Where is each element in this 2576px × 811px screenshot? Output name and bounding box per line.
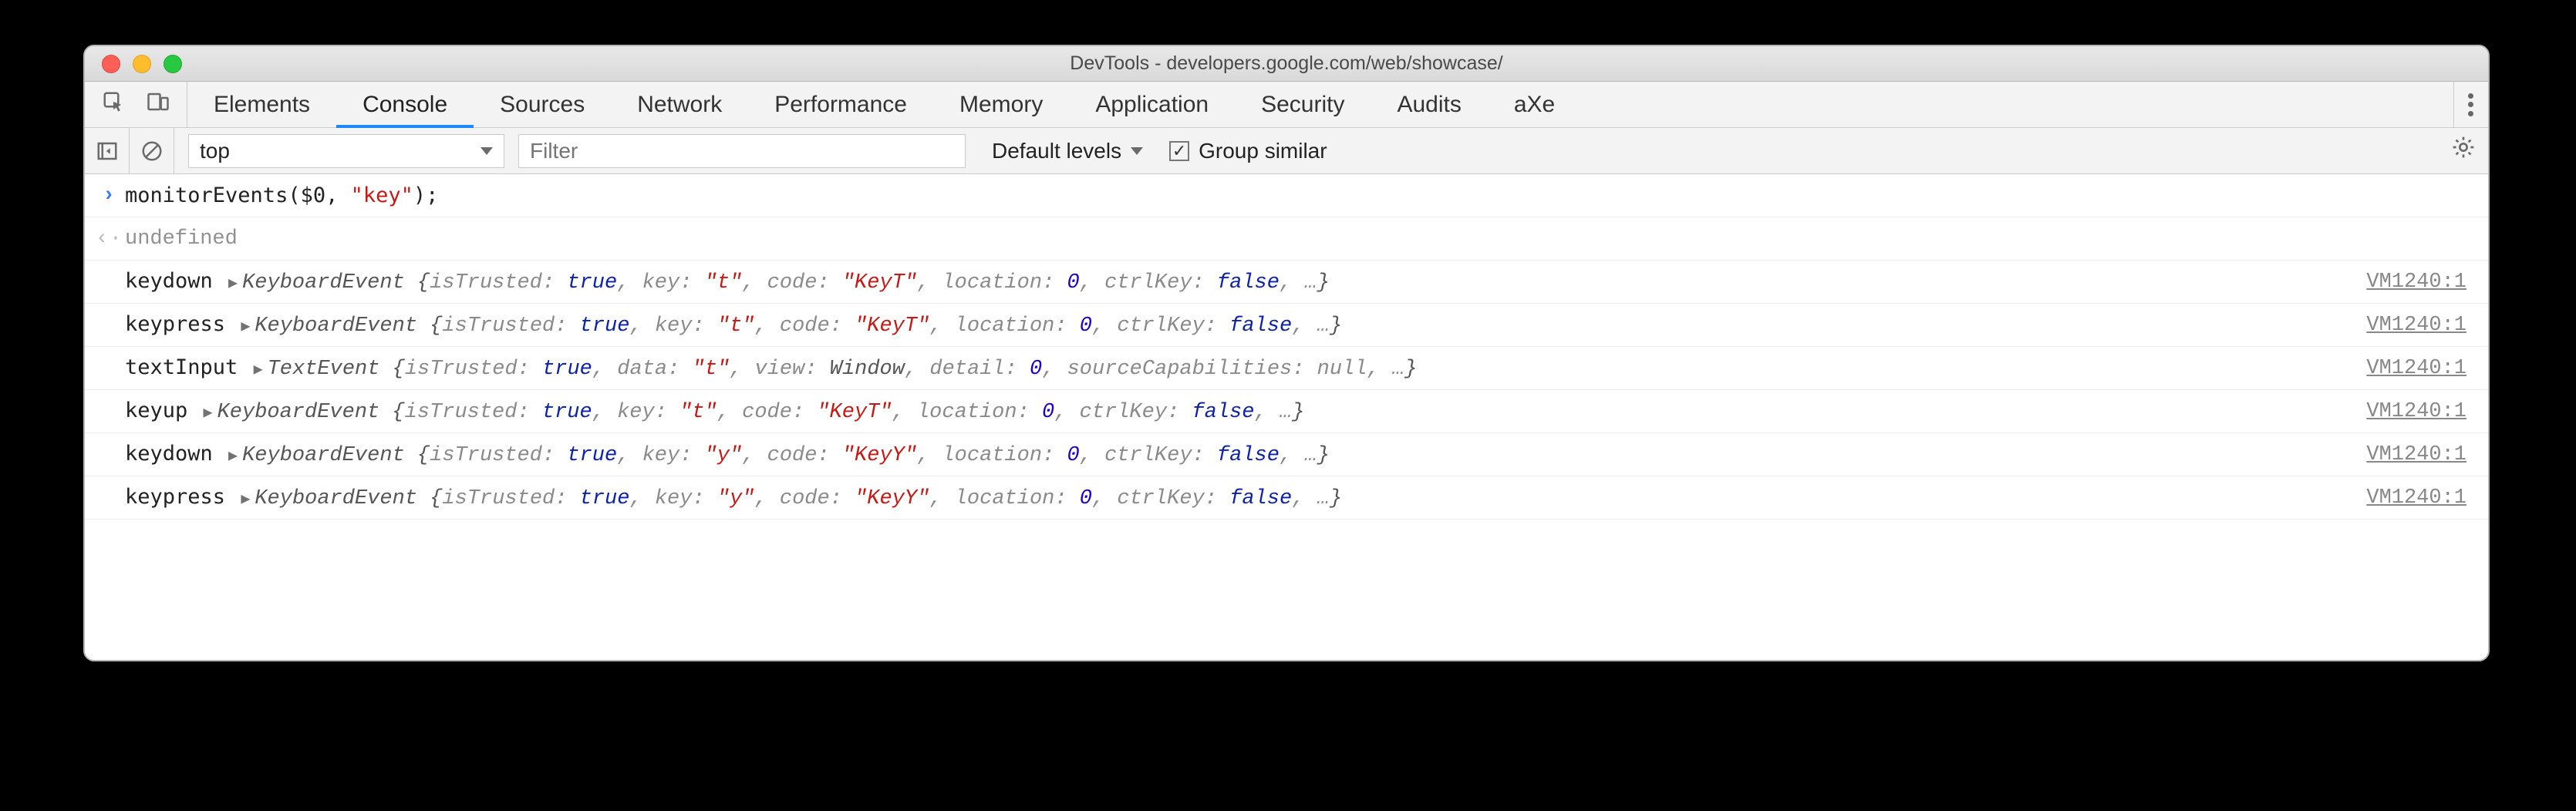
source-link[interactable]: VM1240:1 [2366,443,2466,466]
source-link[interactable]: VM1240:1 [2366,314,2466,337]
settings-gear-icon[interactable] [2451,135,2476,167]
group-similar-checkbox[interactable]: ✓ Group similar [1169,139,1327,163]
filter-input[interactable] [518,134,966,168]
console-log-row[interactable]: .keypress ▶KeyboardEvent {isTrusted: tru… [85,476,2488,520]
kebab-menu-icon[interactable] [2468,93,2474,116]
result-caret-icon: ‹ · [93,227,125,251]
context-select[interactable]: top [188,134,504,168]
checkbox-icon: ✓ [1169,141,1189,161]
tab-audits[interactable]: Audits [1371,82,1487,127]
tab-memory[interactable]: Memory [933,82,1069,127]
prompt-text: monitorEvents($0, "key"); [125,183,2466,207]
window-title: DevTools - developers.google.com/web/sho… [85,52,2488,75]
levels-label: Default levels [992,139,1121,163]
tab-security[interactable]: Security [1235,82,1371,127]
tab-performance[interactable]: Performance [748,82,933,127]
zoom-icon[interactable] [164,55,182,73]
log-levels-select[interactable]: Default levels [992,139,1143,163]
console-toolbar: top Default levels ✓ Group similar [85,128,2488,174]
source-link[interactable]: VM1240:1 [2366,357,2466,380]
tab-axe[interactable]: aXe [1488,82,1581,127]
minimize-icon[interactable] [133,55,151,73]
console-result-row: ‹ · undefined [85,217,2488,261]
console-log-row[interactable]: .keydown ▶KeyboardEvent {isTrusted: true… [85,433,2488,476]
source-link[interactable]: VM1240:1 [2366,400,2466,423]
panel-tabbar: ElementsConsoleSourcesNetworkPerformance… [85,82,2488,128]
devtools-window: DevTools - developers.google.com/web/sho… [83,45,2490,661]
context-value: top [200,139,230,163]
panel-tabs: ElementsConsoleSourcesNetworkPerformance… [187,82,2453,127]
tab-network[interactable]: Network [611,82,748,127]
tab-console[interactable]: Console [336,82,474,127]
show-console-sidebar-icon[interactable] [85,128,130,173]
source-link[interactable]: VM1240:1 [2366,486,2466,510]
prompt-caret-icon: › [93,184,125,207]
group-similar-label: Group similar [1199,139,1327,163]
tab-application[interactable]: Application [1069,82,1235,127]
console-log-row[interactable]: .keypress ▶KeyboardEvent {isTrusted: tru… [85,304,2488,347]
source-link[interactable]: VM1240:1 [2366,271,2466,294]
tab-sources[interactable]: Sources [474,82,611,127]
console-body: › monitorEvents($0, "key"); ‹ · undefine… [85,174,2488,660]
titlebar: DevTools - developers.google.com/web/sho… [85,46,2488,82]
toggle-device-icon[interactable] [147,90,170,119]
chevron-down-icon [1131,147,1143,155]
inspect-element-icon[interactable] [102,90,125,119]
console-prompt-row[interactable]: › monitorEvents($0, "key"); [85,174,2488,217]
console-log-row[interactable]: .keydown ▶KeyboardEvent {isTrusted: true… [85,261,2488,304]
console-log-row[interactable]: .keyup ▶KeyboardEvent {isTrusted: true, … [85,390,2488,433]
traffic-lights [85,55,182,73]
console-log-row[interactable]: .textInput ▶TextEvent {isTrusted: true, … [85,347,2488,390]
clear-console-icon[interactable] [130,128,174,173]
chevron-down-icon [480,147,493,155]
tab-elements[interactable]: Elements [187,82,336,127]
result-text: undefined [125,227,2466,251]
close-icon[interactable] [102,55,120,73]
